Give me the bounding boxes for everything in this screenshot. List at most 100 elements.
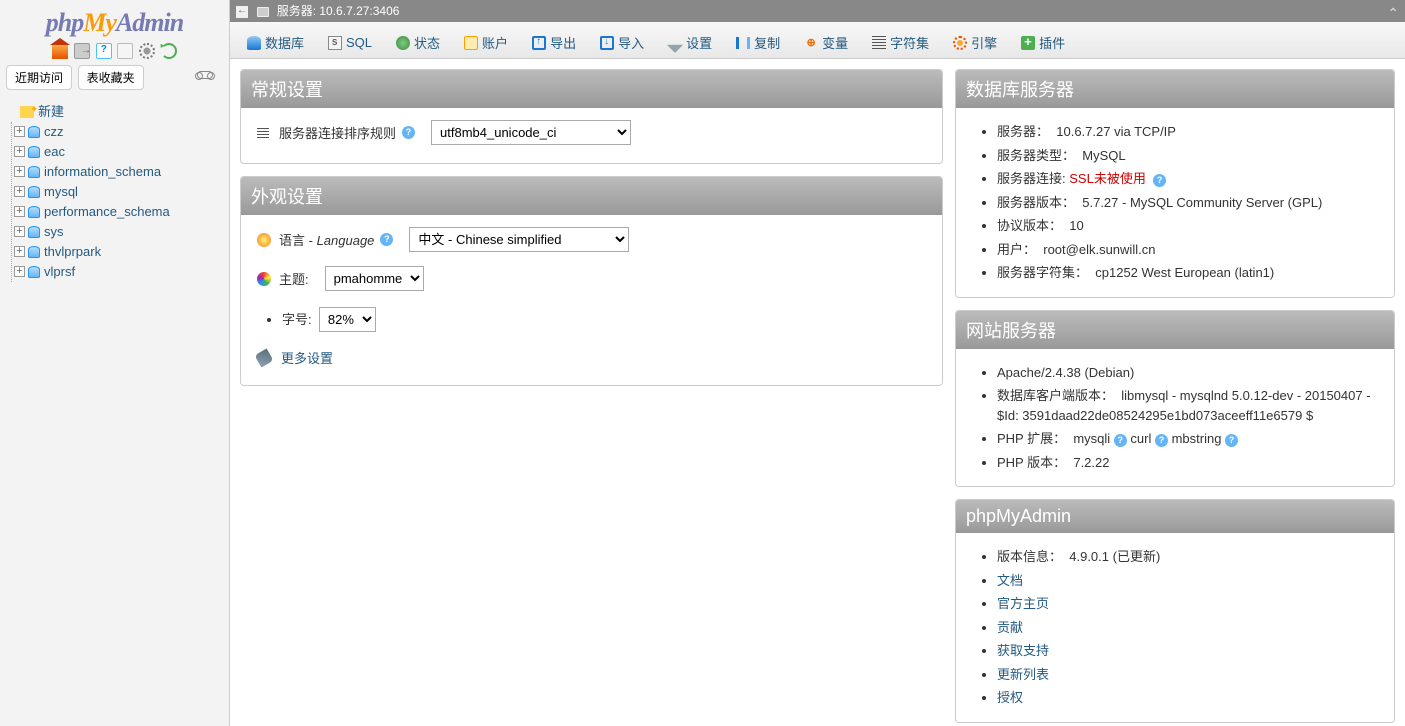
phpmyadmin-group: phpMyAdmin 版本信息： 4.9.0.1 (已更新) 文档 官方主页 贡… <box>955 499 1395 723</box>
database-icon <box>28 226 40 238</box>
server-breadcrumb[interactable]: 服务器: 10.6.7.27:3406 <box>277 4 400 18</box>
sql-window-icon[interactable] <box>117 43 133 59</box>
docs-icon[interactable] <box>96 43 112 59</box>
users-icon <box>464 36 478 50</box>
theme-icon <box>257 272 271 286</box>
php-extensions: PHP 扩展： mysqli ? curl ? mbstring ? <box>997 427 1378 451</box>
general-settings-title: 常规设置 <box>241 70 942 108</box>
tab-plugins[interactable]: 插件 <box>1010 26 1076 58</box>
status-icon <box>396 36 410 50</box>
breadcrumb-bar: ← 服务器: 10.6.7.27:3406 ⌃ <box>230 0 1405 22</box>
favorites-tab[interactable]: 表收藏夹 <box>78 65 144 90</box>
server-info-item: 服务器类型： MySQL <box>997 144 1378 168</box>
expand-icon[interactable]: + <box>14 126 25 137</box>
help-icon[interactable]: ? <box>1225 434 1238 447</box>
phpmyadmin-title: phpMyAdmin <box>956 500 1394 533</box>
expand-icon[interactable]: + <box>14 226 25 237</box>
link-icon[interactable] <box>197 71 213 79</box>
db-item-vlprsf[interactable]: +vlprsf <box>12 262 225 282</box>
pma-link-changes[interactable]: 更新列表 <box>997 667 1049 682</box>
new-database[interactable]: 新建 <box>4 102 225 122</box>
pma-version: 版本信息： 4.9.0.1 (已更新) <box>997 545 1378 569</box>
server-info-item: 服务器版本： 5.7.27 - MySQL Community Server (… <box>997 191 1378 215</box>
tab-replication[interactable]: 复制 <box>725 26 791 58</box>
server-info-item: 用户： root@elk.sunwill.cn <box>997 238 1378 262</box>
home-icon[interactable] <box>52 43 68 59</box>
db-item-thvlprpark[interactable]: +thvlprpark <box>12 242 225 262</box>
tab-engines[interactable]: 引擎 <box>942 26 1008 58</box>
collation-select[interactable]: utf8mb4_unicode_ci <box>431 120 631 145</box>
database-tree: 新建 +czz+eac+information_schema+mysql+per… <box>0 94 229 286</box>
new-database-icon <box>20 106 34 118</box>
pma-link-docs[interactable]: 文档 <box>997 573 1023 588</box>
page-settings-icon[interactable]: ⌃ <box>1387 2 1399 24</box>
db-item-eac[interactable]: +eac <box>12 142 225 162</box>
tab-databases[interactable]: 数据库 <box>236 26 315 58</box>
pma-link-support[interactable]: 获取支持 <box>997 643 1049 658</box>
pma-link-homepage[interactable]: 官方主页 <box>997 596 1049 611</box>
logout-icon[interactable] <box>74 43 90 59</box>
reload-icon[interactable] <box>161 43 177 59</box>
server-info-item: 服务器： 10.6.7.27 via TCP/IP <box>997 120 1378 144</box>
help-icon[interactable]: ? <box>380 233 393 246</box>
pma-link-license[interactable]: 授权 <box>997 690 1023 705</box>
more-settings-icon <box>254 348 273 367</box>
tab-sql[interactable]: SQL <box>317 26 383 58</box>
logo[interactable]: phpMyAdmin <box>0 0 229 40</box>
expand-icon[interactable]: + <box>14 266 25 277</box>
collation-label: 服务器连接排序规则 <box>279 123 396 142</box>
database-icon <box>247 36 261 50</box>
font-size-row: 字号: 82% <box>282 305 926 334</box>
database-icon <box>28 206 40 218</box>
expand-icon[interactable]: + <box>14 246 25 257</box>
database-icon <box>28 146 40 158</box>
general-settings-group: 常规设置 服务器连接排序规则 ? utf8mb4_unicode_ci <box>240 69 943 164</box>
db-item-sys[interactable]: +sys <box>12 222 225 242</box>
help-icon[interactable]: ? <box>1155 434 1168 447</box>
language-label: 语言 - Language <box>279 230 374 249</box>
db-item-performance_schema[interactable]: +performance_schema <box>12 202 225 222</box>
expand-icon[interactable]: + <box>14 166 25 177</box>
font-size-select[interactable]: 82% <box>319 307 376 332</box>
main-area: ← 服务器: 10.6.7.27:3406 ⌃ 数据库 SQL 状态 账户 导出… <box>230 0 1405 726</box>
web-server-group: 网站服务器 Apache/2.4.38 (Debian) 数据库客户端版本： l… <box>955 310 1395 488</box>
collation-icon <box>257 128 269 138</box>
nav-settings-icon[interactable] <box>139 43 155 59</box>
tab-export[interactable]: 导出 <box>521 26 587 58</box>
language-select[interactable]: 中文 - Chinese simplified <box>409 227 629 252</box>
wrench-icon <box>665 33 685 53</box>
replication-icon <box>736 37 750 49</box>
variables-icon: ⊕ <box>804 36 818 50</box>
charset-icon <box>872 36 886 50</box>
help-icon[interactable]: ? <box>1114 434 1127 447</box>
tab-import[interactable]: 导入 <box>589 26 655 58</box>
tab-users[interactable]: 账户 <box>453 26 519 58</box>
export-icon <box>532 36 546 50</box>
engine-icon <box>953 36 967 50</box>
tab-settings[interactable]: 设置 <box>657 26 723 58</box>
expand-icon[interactable]: + <box>14 206 25 217</box>
db-item-information_schema[interactable]: +information_schema <box>12 162 225 182</box>
pma-link-contribute[interactable]: 贡献 <box>997 620 1023 635</box>
theme-select[interactable]: pmahomme <box>325 266 424 291</box>
database-icon <box>28 266 40 278</box>
database-icon <box>28 166 40 178</box>
help-icon[interactable]: ? <box>402 126 415 139</box>
expand-icon[interactable]: + <box>14 186 25 197</box>
db-item-mysql[interactable]: +mysql <box>12 182 225 202</box>
more-settings-link[interactable]: 更多设置 <box>281 348 333 367</box>
tab-variables[interactable]: ⊕变量 <box>793 26 859 58</box>
database-icon <box>28 126 40 138</box>
database-icon <box>28 246 40 258</box>
recent-tab[interactable]: 近期访问 <box>6 65 72 90</box>
sql-icon <box>328 36 342 50</box>
tab-status[interactable]: 状态 <box>385 26 451 58</box>
tab-charsets[interactable]: 字符集 <box>861 26 940 58</box>
help-icon[interactable]: ? <box>1153 174 1166 187</box>
server-info-item: 服务器连接: SSL未被使用 ? <box>997 167 1378 191</box>
expand-icon[interactable]: + <box>14 146 25 157</box>
navigation-panel: phpMyAdmin 近期访问 表收藏夹 新建 +czz+eac+informa… <box>0 0 230 726</box>
database-server-title: 数据库服务器 <box>956 70 1394 108</box>
db-item-czz[interactable]: +czz <box>12 122 225 142</box>
collapse-nav-icon[interactable]: ← <box>236 6 248 18</box>
